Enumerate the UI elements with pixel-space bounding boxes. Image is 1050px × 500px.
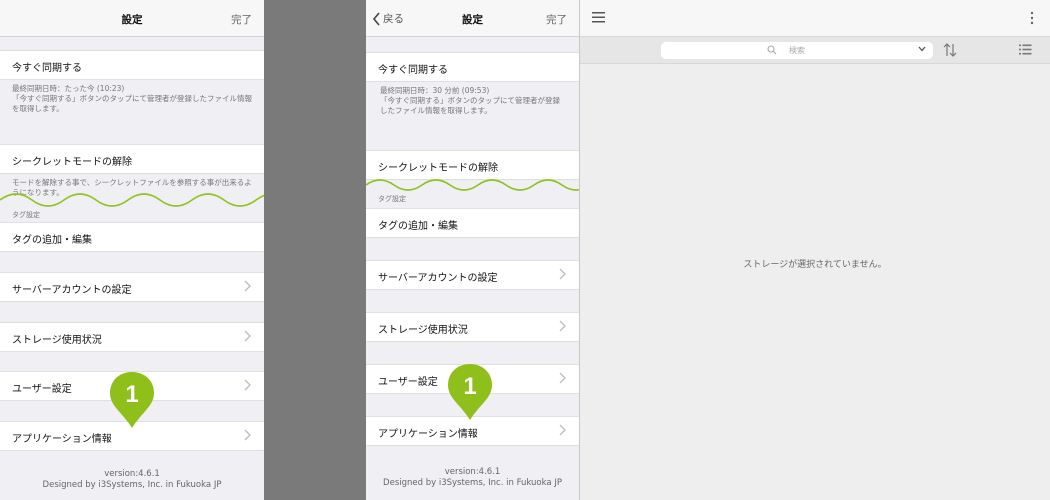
version-info: version:4.6.1 Designed by i3Systems, Inc… — [366, 467, 579, 489]
sync-footer: 最終同期日時：30 分前 (09:53) 「今すぐ同期する」ボタンのタップにて管… — [380, 86, 565, 116]
storage-usage-label: ストレージ使用状況 — [378, 325, 468, 336]
chevron-right-icon — [244, 379, 251, 391]
version-info: version:4.6.1 Designed by i3Systems, Inc… — [0, 469, 264, 491]
sync-now-row[interactable]: 今すぐ同期する — [0, 50, 264, 80]
chevron-right-icon — [559, 372, 566, 384]
user-settings-label: ユーザー設定 — [12, 384, 72, 395]
dropdown-icon[interactable] — [918, 46, 926, 52]
chevron-right-icon — [559, 268, 566, 280]
file-list-panel: 検索 ストレージが選択されていません。 — [580, 0, 1050, 500]
done-button[interactable]: 完了 — [546, 12, 567, 27]
kebab-menu-icon[interactable] — [1030, 11, 1034, 25]
search-placeholder: 検索 — [789, 46, 805, 55]
secret-mode-row[interactable]: シークレットモードの解除 — [0, 144, 264, 174]
version-text: version:4.6.1 — [444, 467, 501, 477]
server-account-row[interactable]: サーバーアカウントの設定 — [366, 260, 579, 290]
tag-section-header: タグ設定 — [12, 211, 40, 219]
tag-edit-label: タグの追加・編集 — [378, 221, 458, 232]
nav-bar: 戻る 設定 完了 — [366, 0, 579, 37]
sync-now-label: 今すぐ同期する — [378, 65, 448, 76]
designed-by-text: Designed by i3Systems, Inc. in Fukuoka J… — [42, 480, 222, 490]
sync-footer: 最終同期日時：たった今 (10:23) 「今すぐ同期する」ボタンのタップにて管理… — [12, 84, 254, 114]
tag-section-header: タグ設定 — [378, 195, 406, 203]
sync-description: 「今すぐ同期する」ボタンのタップにて管理者が登録したファイル情報を取得します。 — [380, 96, 560, 115]
storage-usage-row[interactable]: ストレージ使用状況 — [0, 322, 264, 352]
chevron-right-icon — [559, 424, 566, 436]
sync-now-row[interactable]: 今すぐ同期する — [366, 52, 579, 82]
settings-panel-middle: 戻る 設定 完了 今すぐ同期する 最終同期日時：30 分前 (09:53) 「今… — [366, 0, 579, 500]
list-view-icon[interactable] — [1019, 44, 1032, 55]
tag-edit-row[interactable]: タグの追加・編集 — [366, 208, 579, 238]
designed-by-text: Designed by i3Systems, Inc. in Fukuoka J… — [383, 478, 562, 488]
chevron-right-icon — [244, 429, 251, 441]
version-text: version:4.6.1 — [104, 469, 160, 479]
server-account-row[interactable]: サーバーアカウントの設定 — [0, 272, 264, 302]
app-info-label: アプリケーション情報 — [378, 429, 478, 440]
top-toolbar — [580, 0, 1050, 37]
callout-marker: 1 — [110, 372, 154, 428]
server-account-label: サーバーアカウントの設定 — [378, 273, 498, 284]
nav-title: 設定 — [121, 14, 143, 26]
secret-mode-label: シークレットモードの解除 — [12, 157, 132, 168]
marker-number: 1 — [125, 381, 138, 408]
app-info-label: アプリケーション情報 — [12, 434, 112, 445]
sync-now-label: 今すぐ同期する — [12, 63, 82, 74]
chevron-right-icon — [244, 280, 251, 292]
chevron-right-icon — [559, 320, 566, 332]
storage-usage-label: ストレージ使用状況 — [12, 335, 102, 346]
done-button[interactable]: 完了 — [231, 12, 252, 27]
nav-bar: 設定 完了 — [0, 0, 264, 37]
marker-number: 1 — [463, 373, 476, 400]
storage-usage-row[interactable]: ストレージ使用状況 — [366, 312, 579, 342]
search-input[interactable]: 検索 — [661, 42, 933, 59]
chevron-right-icon — [244, 330, 251, 342]
hamburger-menu-icon[interactable] — [592, 11, 606, 23]
settings-panel-left: 設定 完了 今すぐ同期する 最終同期日時：たった今 (10:23) 「今すぐ同期… — [0, 0, 264, 500]
last-sync-text: 最終同期日時：たった今 (10:23) — [12, 84, 125, 93]
sync-description: 「今すぐ同期する」ボタンのタップにて管理者が登録したファイル情報を取得します。 — [12, 94, 252, 113]
callout-marker: 1 — [448, 364, 492, 420]
sort-icon[interactable] — [943, 42, 957, 58]
tag-edit-row[interactable]: タグの追加・編集 — [0, 222, 264, 252]
user-settings-label: ユーザー設定 — [378, 377, 438, 388]
server-account-label: サーバーアカウントの設定 — [12, 285, 132, 296]
tag-edit-label: タグの追加・編集 — [12, 235, 92, 246]
search-bar: 検索 — [580, 37, 1050, 64]
empty-state-message: ストレージが選択されていません。 — [743, 260, 887, 270]
last-sync-text: 最終同期日時：30 分前 (09:53) — [380, 86, 490, 95]
